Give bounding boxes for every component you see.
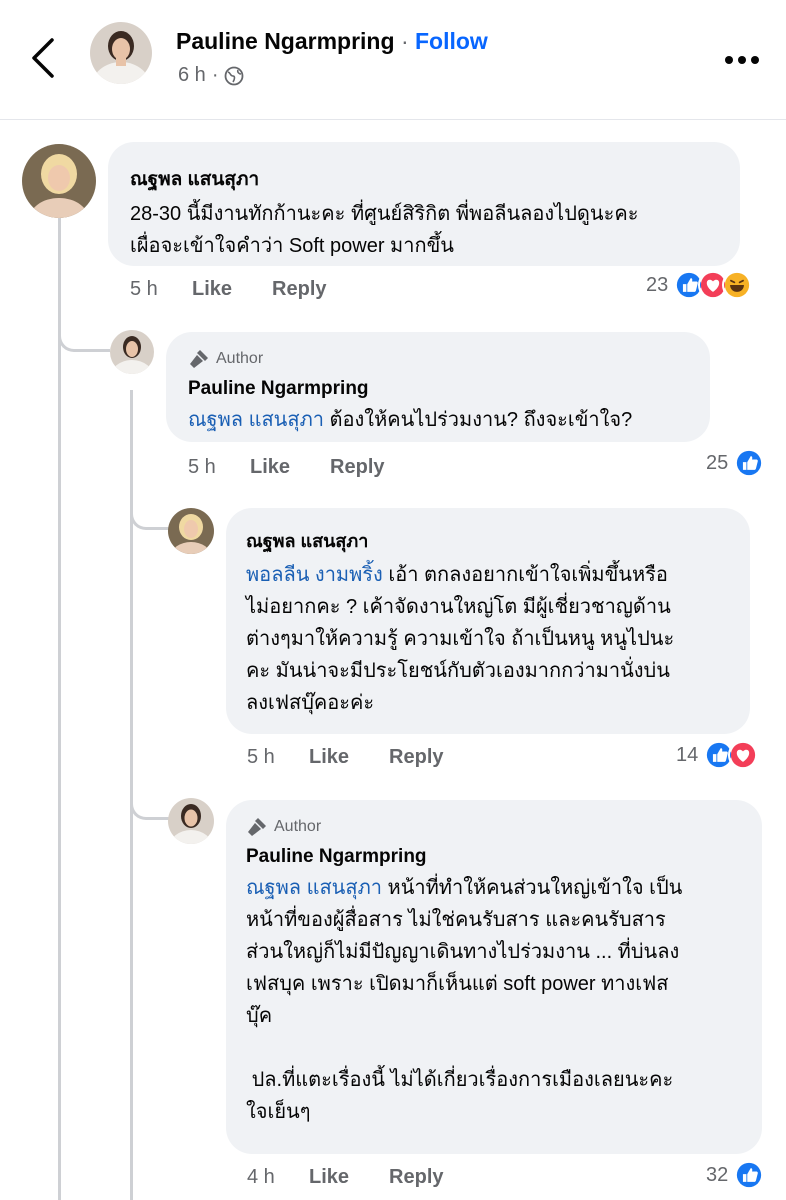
post-meta: 6 h · [178, 64, 244, 87]
more-options-icon[interactable] [724, 54, 760, 66]
commenter-name[interactable]: Pauline Ngarmpring [246, 846, 742, 868]
author-reply-avatar[interactable] [168, 798, 214, 844]
reaction-summary[interactable]: 25 [706, 448, 765, 478]
author-badge: Author [246, 816, 742, 838]
comment-bubble: Author Pauline Ngarmpring ณฐพล แสนสุภา ห… [226, 800, 762, 1154]
post-author-line: Pauline Ngarmpring · Follow [176, 28, 488, 55]
comment-text: ณฐพล แสนสุภา ต้องให้คนไปร่วมงาน? ถึงจะเข… [188, 409, 633, 431]
back-arrow-icon[interactable] [26, 36, 62, 80]
comment-bubble: Author Pauline Ngarmpring ณฐพล แสนสุภา ต… [166, 332, 710, 442]
mention-link[interactable]: ณฐพล แสนสุภา [188, 409, 324, 431]
haha-icon [722, 270, 753, 300]
reaction-count: 23 [646, 273, 669, 296]
like-button[interactable]: Like [309, 1166, 349, 1189]
author-reply-avatar[interactable] [110, 330, 154, 374]
reaction-count: 25 [706, 451, 729, 474]
follow-button[interactable]: Follow [415, 28, 488, 54]
comment-text: ณฐพล แสนสุภา หน้าที่ทำให้คนส่วนใหญ่เข้าใ… [246, 877, 683, 1123]
comment-actions: 5 h Like Reply [247, 746, 484, 769]
comment-time: 5 h [247, 746, 275, 768]
love-icon [728, 740, 759, 770]
author-badge-label: Author [216, 350, 264, 367]
author-badge-label: Author [274, 818, 322, 835]
comment-text: พอลลีน งามพริ้ง เอ้า ตกลงอยากเข้าใจเพิ่ม… [246, 564, 675, 714]
reply-button[interactable]: Reply [389, 746, 443, 769]
commenter-avatar[interactable] [22, 144, 96, 218]
comment-time: 5 h [188, 456, 216, 478]
comment-time: 4 h [247, 1166, 275, 1188]
reaction-summary[interactable]: 14 [676, 740, 759, 770]
reply-button[interactable]: Reply [272, 278, 326, 301]
reaction-count: 14 [676, 743, 699, 766]
post-time: 6 h [178, 64, 206, 86]
like-button[interactable]: Like [309, 746, 349, 769]
post-header: Pauline Ngarmpring · Follow 6 h · [0, 0, 786, 120]
reaction-summary[interactable]: 23 [646, 270, 753, 300]
author-badge: Author [188, 348, 688, 370]
thread-connector [130, 490, 170, 530]
globe-icon [225, 66, 244, 85]
thread-connector [58, 310, 110, 352]
like-button[interactable]: Like [250, 456, 290, 479]
thread-connector [130, 780, 170, 820]
comment-bubble: ณฐพล แสนสุภา 28-30 นี้มีงานทักก้านะคะ ที… [108, 142, 740, 266]
mention-link[interactable]: พอลลีน งามพริ้ง [246, 564, 383, 586]
reaction-summary[interactable]: 32 [706, 1160, 765, 1190]
reply-button[interactable]: Reply [389, 1166, 443, 1189]
separator-dot: · [211, 64, 219, 86]
comment-actions: 5 h Like Reply [130, 278, 367, 301]
commenter-avatar[interactable] [168, 508, 214, 554]
comment-time: 5 h [130, 278, 158, 300]
microphone-icon [190, 350, 208, 368]
comment-bubble: ณฐพล แสนสุภา พอลลีน งามพริ้ง เอ้า ตกลงอย… [226, 508, 750, 734]
like-icon [734, 1160, 765, 1190]
author-avatar[interactable] [90, 22, 152, 84]
microphone-icon [248, 818, 266, 836]
like-button[interactable]: Like [192, 278, 232, 301]
like-icon [734, 448, 765, 478]
thread-line [58, 218, 61, 1200]
comment-actions: 5 h Like Reply [188, 456, 425, 479]
post-author-name[interactable]: Pauline Ngarmpring [176, 28, 395, 54]
comment-text: 28-30 นี้มีงานทักก้านะคะ ที่ศูนย์สิริกิต… [130, 203, 639, 257]
commenter-name[interactable]: ณฐพล แสนสุภา [130, 164, 718, 194]
reaction-count: 32 [706, 1163, 729, 1186]
comment-actions: 4 h Like Reply [247, 1166, 484, 1189]
reply-button[interactable]: Reply [330, 456, 384, 479]
mention-link[interactable]: ณฐพล แสนสุภา [246, 877, 382, 899]
commenter-name[interactable]: Pauline Ngarmpring [188, 378, 688, 400]
commenter-name[interactable]: ณฐพล แสนสุภา [246, 526, 730, 555]
separator-dot: · [400, 28, 409, 54]
